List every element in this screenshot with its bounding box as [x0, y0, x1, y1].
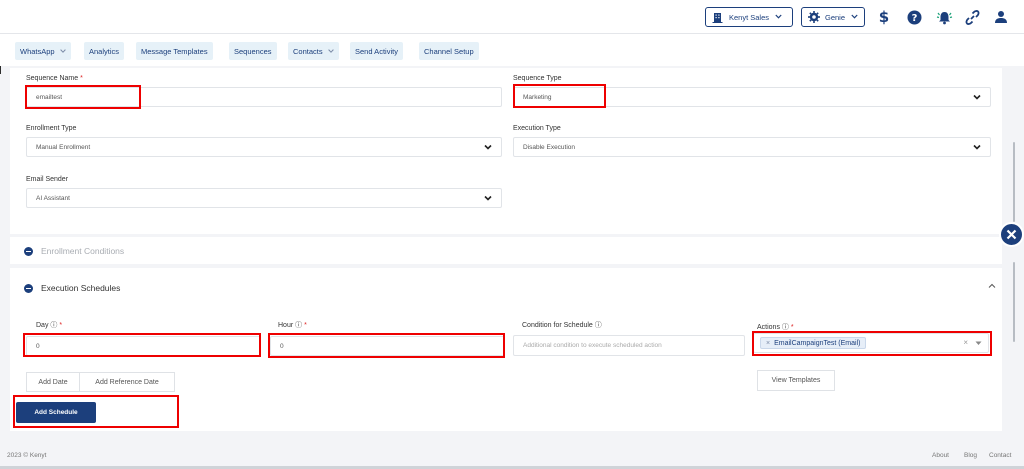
nav-item-contacts[interactable]: Contacts: [288, 42, 339, 60]
chevron-down-icon: [483, 193, 493, 203]
sequence-name-label: Sequence Name *: [26, 75, 83, 82]
chevron-down-icon: [972, 92, 982, 102]
nav-item-label: WhatsApp: [20, 46, 55, 56]
chevron-down-icon: [327, 49, 334, 53]
nav-item-label: Sequences: [234, 46, 272, 56]
dollar-icon[interactable]: $: [874, 7, 894, 27]
footer-link-blog[interactable]: Blog: [964, 452, 977, 459]
scrollbar[interactable]: [1013, 142, 1015, 222]
main-nav: WhatsApp Analytics Message Templates Seq…: [0, 34, 1024, 66]
section-title: Enrollment Conditions: [41, 246, 125, 256]
top-header: Kenyt Sales Genie $ ?: [0, 0, 1024, 34]
nav-item-label: Analytics: [89, 46, 120, 56]
highlight-box: [25, 85, 141, 109]
chevron-down-icon: [775, 14, 782, 21]
add-date-button[interactable]: Add Date: [26, 372, 80, 392]
close-icon[interactable]: [999, 222, 1024, 247]
email-sender-value: AI Assistant: [36, 194, 70, 202]
bell-icon[interactable]: [934, 7, 954, 27]
condition-placeholder: Additional condition to execute schedule…: [523, 342, 662, 349]
chevron-down-icon: [59, 49, 66, 53]
chevron-down-icon: [483, 142, 493, 152]
view-templates-button[interactable]: View Templates: [757, 370, 835, 391]
highlight-box: [513, 84, 606, 108]
section-title: Execution Schedules: [41, 283, 121, 293]
email-sender-label: Email Sender: [26, 176, 69, 183]
svg-text:?: ?: [911, 13, 917, 24]
gear-icon: [808, 11, 820, 23]
nav-item-label: Contacts: [293, 46, 323, 56]
highlight-box: [268, 333, 505, 358]
collapse-icon: [24, 283, 33, 293]
email-sender-select[interactable]: AI Assistant: [26, 188, 502, 208]
execution-type-select[interactable]: Disable Execution: [513, 137, 991, 157]
nav-item-whatsapp[interactable]: WhatsApp: [15, 42, 71, 60]
genie-label: Genie: [825, 12, 846, 22]
highlight-box: [23, 333, 261, 357]
user-icon[interactable]: [991, 7, 1011, 27]
collapse-icon: [24, 246, 33, 256]
highlight-box: [752, 331, 992, 356]
footer: 2023 © Kenyt About Blog Contact: [0, 448, 1024, 465]
nav-item-analytics[interactable]: Analytics: [84, 42, 125, 60]
nav-item-message-templates[interactable]: Message Templates: [136, 42, 213, 60]
enrollment-conditions-header[interactable]: Enrollment Conditions: [24, 246, 124, 256]
copyright: 2023 © Kenyt: [7, 452, 47, 459]
chevron-down-icon: [972, 142, 982, 152]
execution-type-value: Disable Execution: [523, 143, 576, 151]
hour-label: Hour ⓘ *: [278, 322, 307, 329]
nav-item-channel-setup[interactable]: Channel Setup: [419, 42, 479, 60]
day-label: Day ⓘ *: [36, 322, 63, 329]
link-icon[interactable]: [962, 7, 982, 27]
divider: [0, 66, 1, 74]
svg-text:$: $: [879, 9, 889, 25]
nav-item-label: Send Activity: [355, 46, 398, 56]
scrollbar[interactable]: [1013, 262, 1015, 342]
enrollment-type-value: Manual Enrollment: [36, 143, 91, 151]
nav-item-label: Channel Setup: [424, 46, 474, 56]
enrollment-type-label: Enrollment Type: [26, 125, 77, 132]
sequence-type-label: Sequence Type: [513, 75, 562, 82]
nav-item-send-activity[interactable]: Send Activity: [350, 42, 403, 60]
sequence-form-panel: Sequence Name * emailtest Sequence Type …: [10, 68, 1002, 234]
nav-item-sequences[interactable]: Sequences: [229, 42, 277, 60]
enrollment-type-select[interactable]: Manual Enrollment: [26, 137, 502, 157]
execution-type-label: Execution Type: [513, 125, 561, 132]
highlight-box: [13, 395, 179, 428]
nav-item-label: Message Templates: [141, 46, 208, 56]
footer-link-contact[interactable]: Contact: [989, 452, 1011, 459]
chevron-down-icon: [851, 14, 858, 21]
chevron-up-icon[interactable]: [988, 283, 996, 291]
footer-link-about[interactable]: About: [932, 452, 949, 459]
enrollment-conditions-panel: Enrollment Conditions: [10, 237, 1002, 264]
execution-schedules-header[interactable]: Execution Schedules: [24, 283, 120, 293]
condition-label: Condition for Schedule ⓘ: [522, 322, 602, 329]
add-reference-date-button[interactable]: Add Reference Date: [79, 372, 175, 392]
building-icon: [712, 12, 723, 23]
org-switcher-button[interactable]: Kenyt Sales: [705, 7, 793, 27]
genie-button[interactable]: Genie: [801, 7, 865, 27]
condition-input[interactable]: Additional condition to execute schedule…: [513, 335, 745, 356]
org-label: Kenyt Sales: [729, 12, 770, 22]
help-icon[interactable]: ?: [904, 7, 924, 27]
